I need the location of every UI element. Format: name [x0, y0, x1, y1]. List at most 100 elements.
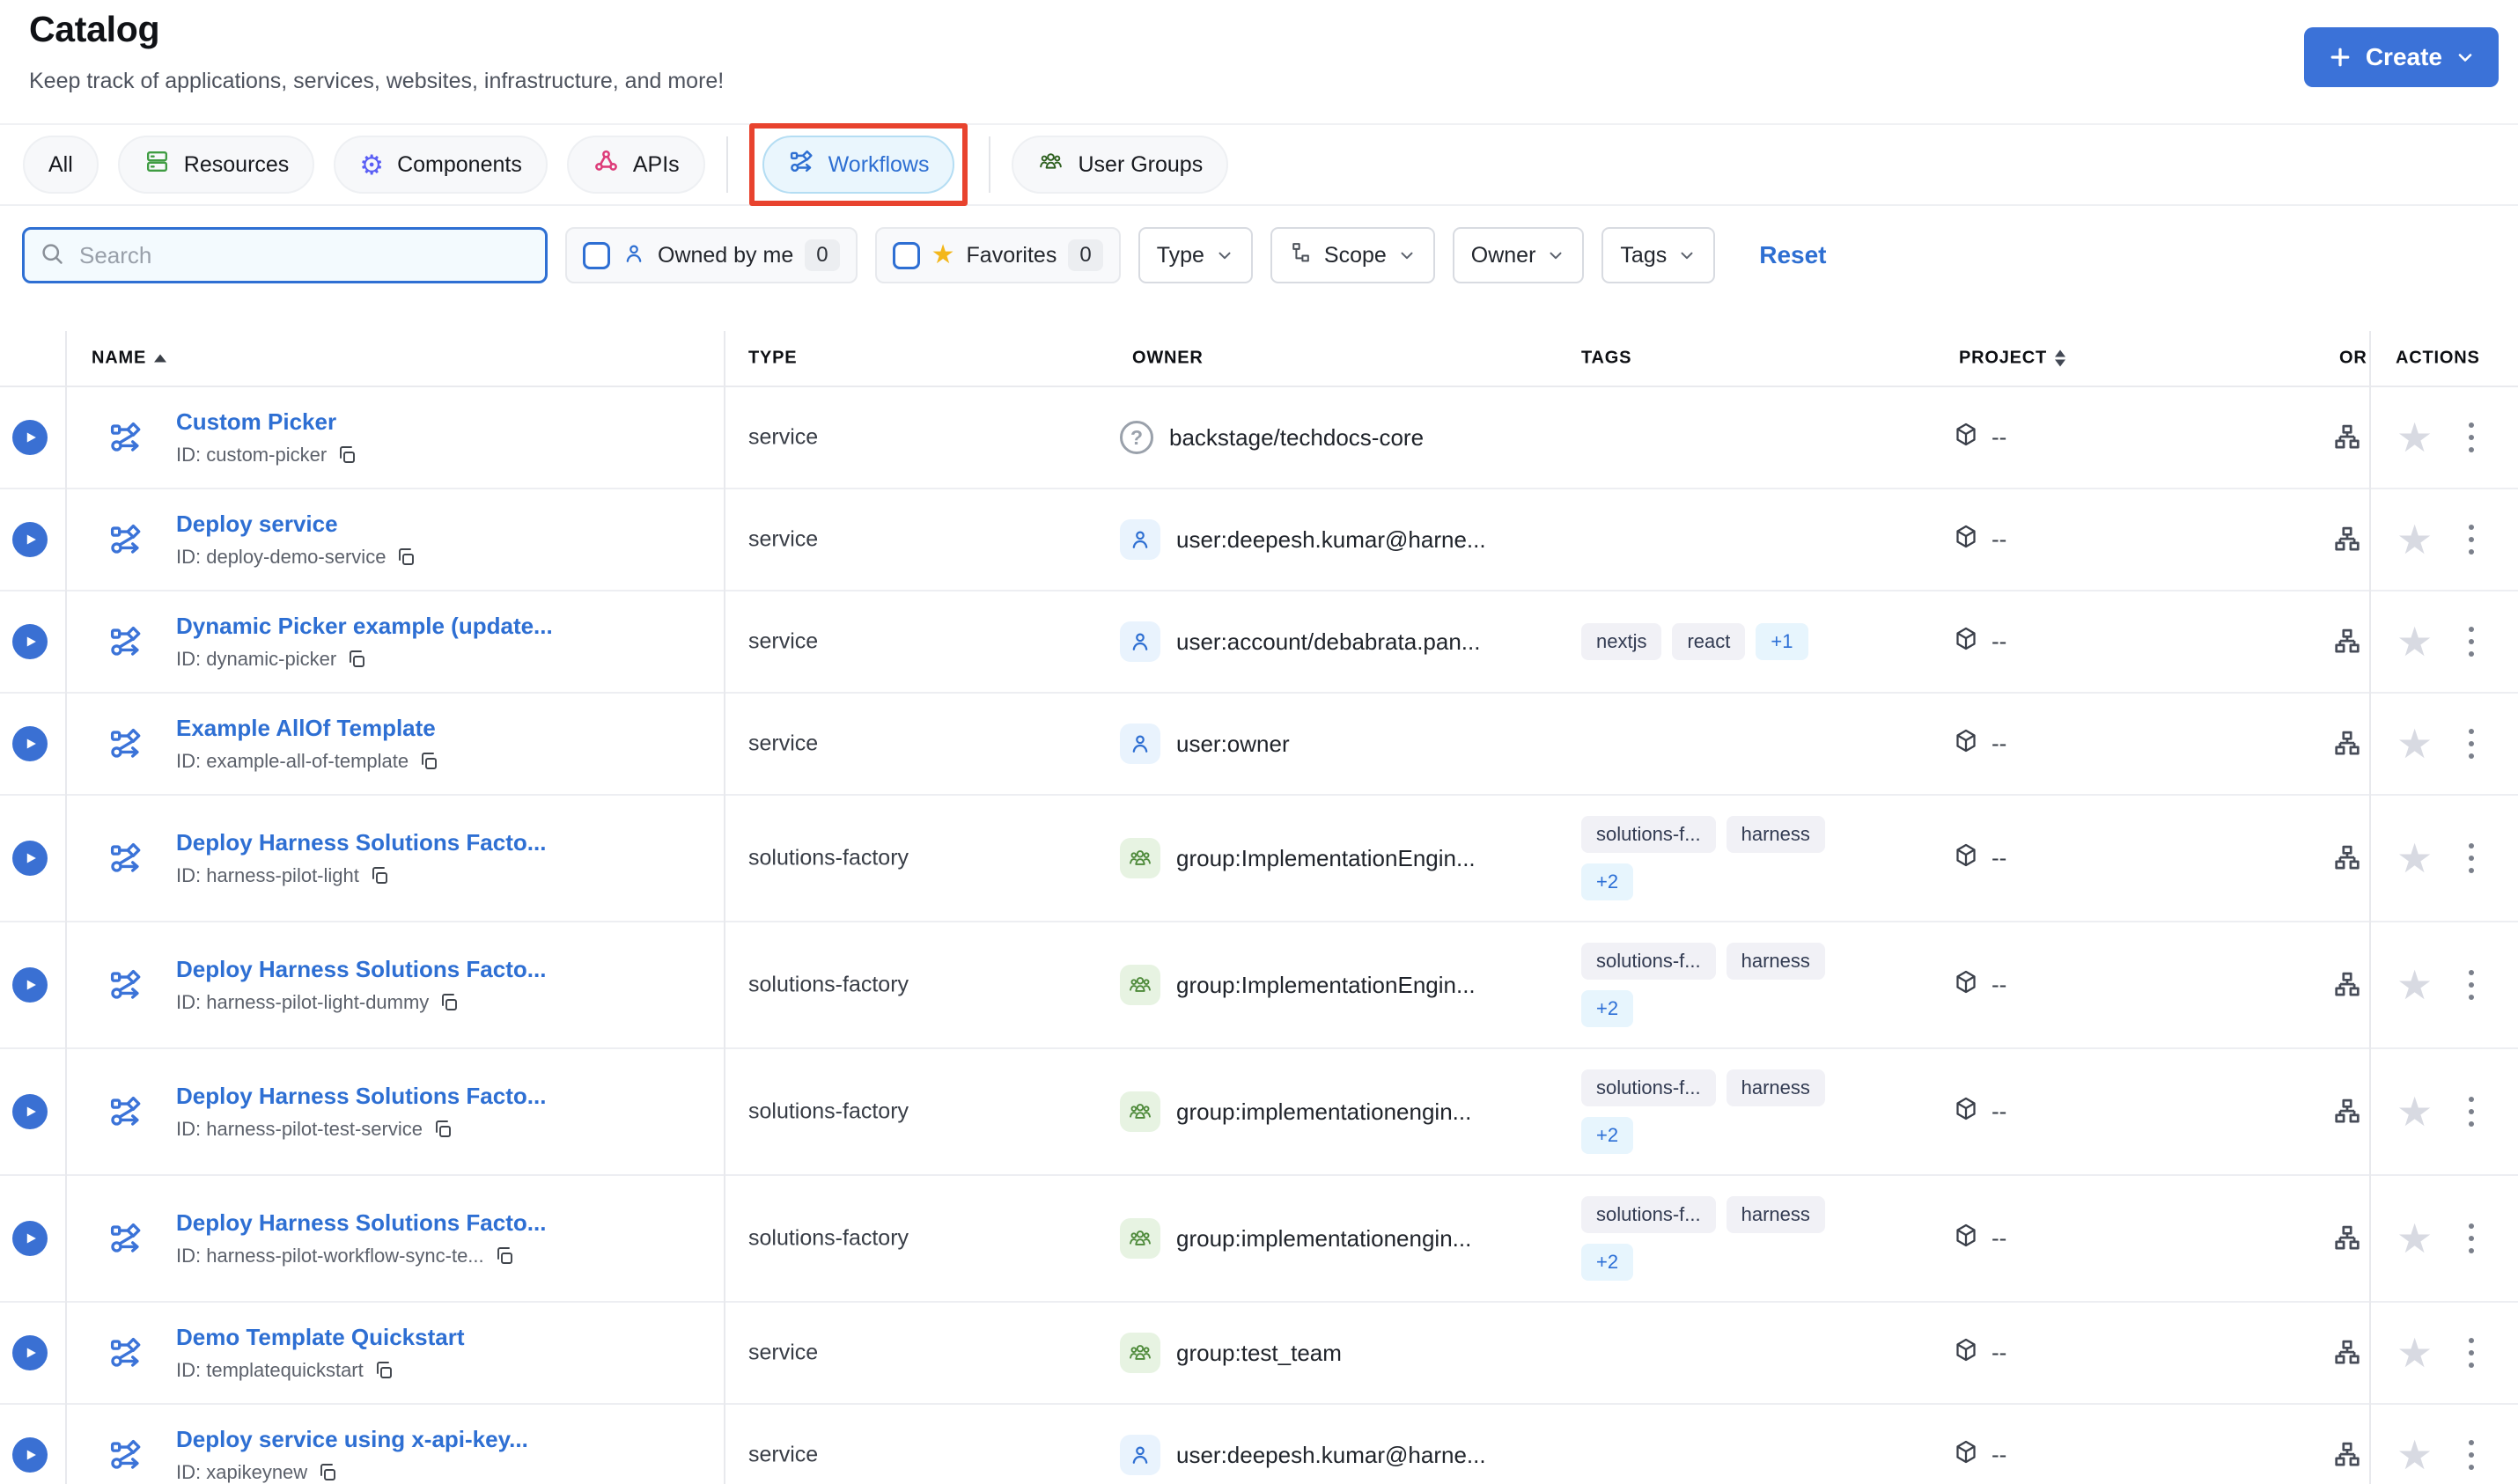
entity-name-link[interactable]: Custom Picker	[176, 408, 357, 436]
launch-workflow-button[interactable]	[12, 1221, 48, 1256]
copy-icon[interactable]	[369, 865, 390, 886]
kebab-menu-button[interactable]	[2465, 521, 2478, 558]
project-value: --	[1992, 1098, 2007, 1125]
entity-type: service	[748, 526, 819, 552]
entity-name-link[interactable]: Demo Template Quickstart	[176, 1324, 465, 1351]
copy-icon[interactable]	[494, 1245, 515, 1267]
entity-name-link[interactable]: Deploy Harness Solutions Facto...	[176, 1209, 546, 1237]
owned-by-me-checkbox[interactable]	[583, 241, 610, 269]
owner-label: group:test_team	[1176, 1339, 1342, 1366]
favorite-star-button[interactable]: ★	[2397, 1435, 2433, 1475]
tags-dropdown[interactable]: Tags	[1601, 227, 1716, 283]
copy-icon[interactable]	[438, 992, 460, 1013]
launch-workflow-button[interactable]	[12, 420, 48, 455]
table-row: Dynamic Picker example (update... ID: dy…	[0, 591, 2518, 694]
org-chart-icon[interactable]	[2331, 728, 2363, 760]
org-chart-icon[interactable]	[2331, 842, 2363, 874]
tag-more-chip[interactable]: +2	[1581, 1244, 1634, 1281]
type-dropdown[interactable]: Type	[1138, 227, 1253, 283]
copy-icon[interactable]	[395, 547, 416, 568]
column-header-name[interactable]: NAME	[92, 349, 167, 369]
favorite-star-button[interactable]: ★	[2397, 1333, 2433, 1373]
scope-dropdown[interactable]: Scope	[1270, 227, 1435, 283]
favorite-star-button[interactable]: ★	[2397, 1091, 2433, 1132]
person-icon	[622, 241, 646, 270]
entity-name-link[interactable]: Example AllOf Template	[176, 715, 439, 742]
tag-more-chip[interactable]: +2	[1581, 863, 1634, 900]
entity-name-link[interactable]: Deploy service using x-api-key...	[176, 1426, 528, 1453]
tab-all[interactable]: All	[23, 136, 99, 194]
favorites-filter[interactable]: ★ Favorites 0	[874, 227, 1121, 283]
project-value: --	[1992, 844, 2007, 871]
kebab-menu-button[interactable]	[2465, 1093, 2478, 1130]
owner-label: group:implementationengin...	[1176, 1098, 1472, 1125]
launch-workflow-button[interactable]	[12, 522, 48, 557]
tab-user-groups[interactable]: User Groups	[1012, 136, 1229, 194]
kebab-menu-button[interactable]	[2465, 840, 2478, 877]
search-input[interactable]	[77, 240, 531, 270]
copy-icon[interactable]	[432, 1119, 453, 1140]
favorites-checkbox[interactable]	[892, 241, 920, 269]
kebab-menu-button[interactable]	[2465, 419, 2478, 456]
entity-id-label: ID: example-all-of-template	[176, 750, 409, 772]
launch-workflow-button[interactable]	[12, 1094, 48, 1129]
launch-workflow-button[interactable]	[12, 624, 48, 659]
launch-workflow-button[interactable]	[12, 726, 48, 761]
copy-icon[interactable]	[373, 1360, 394, 1381]
org-chart-icon[interactable]	[2331, 969, 2363, 1001]
create-button[interactable]: Create	[2303, 27, 2499, 87]
favorite-star-button[interactable]: ★	[2397, 519, 2433, 560]
favorite-star-button[interactable]: ★	[2397, 417, 2433, 458]
tab-workflows[interactable]: Workflows	[762, 136, 955, 194]
entity-name-link[interactable]: Dynamic Picker example (update...	[176, 613, 553, 640]
reset-filters-link[interactable]: Reset	[1759, 241, 1826, 269]
launch-workflow-button[interactable]	[12, 1335, 48, 1370]
chevron-down-icon	[1677, 246, 1697, 265]
launch-workflow-button[interactable]	[12, 841, 48, 876]
org-chart-icon[interactable]	[2331, 1439, 2363, 1471]
copy-icon[interactable]	[346, 649, 367, 670]
favorite-star-button[interactable]: ★	[2397, 724, 2433, 764]
tag-more-chip[interactable]: +2	[1581, 1117, 1634, 1154]
entity-name-link[interactable]: Deploy service	[176, 511, 416, 538]
copy-icon[interactable]	[418, 751, 439, 772]
copy-icon[interactable]	[336, 444, 357, 466]
org-chart-icon[interactable]	[2331, 626, 2363, 658]
org-chart-icon[interactable]	[2331, 422, 2363, 453]
favorite-star-button[interactable]: ★	[2397, 621, 2433, 662]
kebab-menu-button[interactable]	[2465, 1436, 2478, 1473]
copy-icon[interactable]	[317, 1462, 338, 1483]
favorite-star-button[interactable]: ★	[2397, 1218, 2433, 1259]
org-chart-icon[interactable]	[2331, 524, 2363, 555]
entity-name-link[interactable]: Deploy Harness Solutions Facto...	[176, 829, 546, 856]
owned-by-me-filter[interactable]: Owned by me 0	[565, 227, 858, 283]
org-chart-icon[interactable]	[2331, 1337, 2363, 1369]
kebab-menu-button[interactable]	[2465, 966, 2478, 1003]
org-chart-icon[interactable]	[2331, 1096, 2363, 1128]
tab-components[interactable]: ⚙ Components	[334, 136, 548, 194]
tab-label: APIs	[632, 151, 680, 177]
favorite-star-button[interactable]: ★	[2397, 965, 2433, 1005]
entity-name-link[interactable]: Deploy Harness Solutions Facto...	[176, 1083, 546, 1110]
kebab-menu-button[interactable]	[2465, 623, 2478, 660]
org-chart-icon[interactable]	[2331, 1223, 2363, 1254]
project-cell: --	[1953, 728, 2006, 760]
tab-resources[interactable]: Resources	[117, 136, 315, 194]
kebab-menu-button[interactable]	[2465, 725, 2478, 762]
entity-id: ID: templatequickstart	[176, 1359, 465, 1382]
project-value: --	[1992, 628, 2007, 655]
owner-dropdown[interactable]: Owner	[1452, 227, 1585, 283]
launch-workflow-button[interactable]	[12, 967, 48, 1003]
favorite-star-button[interactable]: ★	[2397, 838, 2433, 878]
table-row: Deploy service ID: deploy-demo-service s…	[0, 489, 2518, 591]
kebab-menu-button[interactable]	[2465, 1220, 2478, 1257]
kebab-menu-button[interactable]	[2465, 1334, 2478, 1371]
column-header-project[interactable]: PROJECT	[1959, 349, 2066, 369]
tag-more-chip[interactable]: +2	[1581, 990, 1634, 1027]
tab-apis[interactable]: APIs	[566, 136, 705, 194]
launch-workflow-button[interactable]	[12, 1437, 48, 1473]
entity-name-link[interactable]: Deploy Harness Solutions Facto...	[176, 956, 546, 983]
tag-chip: solutions-f...	[1581, 943, 1716, 980]
tag-more-chip[interactable]: +1	[1756, 623, 1808, 660]
resources-icon	[144, 148, 171, 181]
